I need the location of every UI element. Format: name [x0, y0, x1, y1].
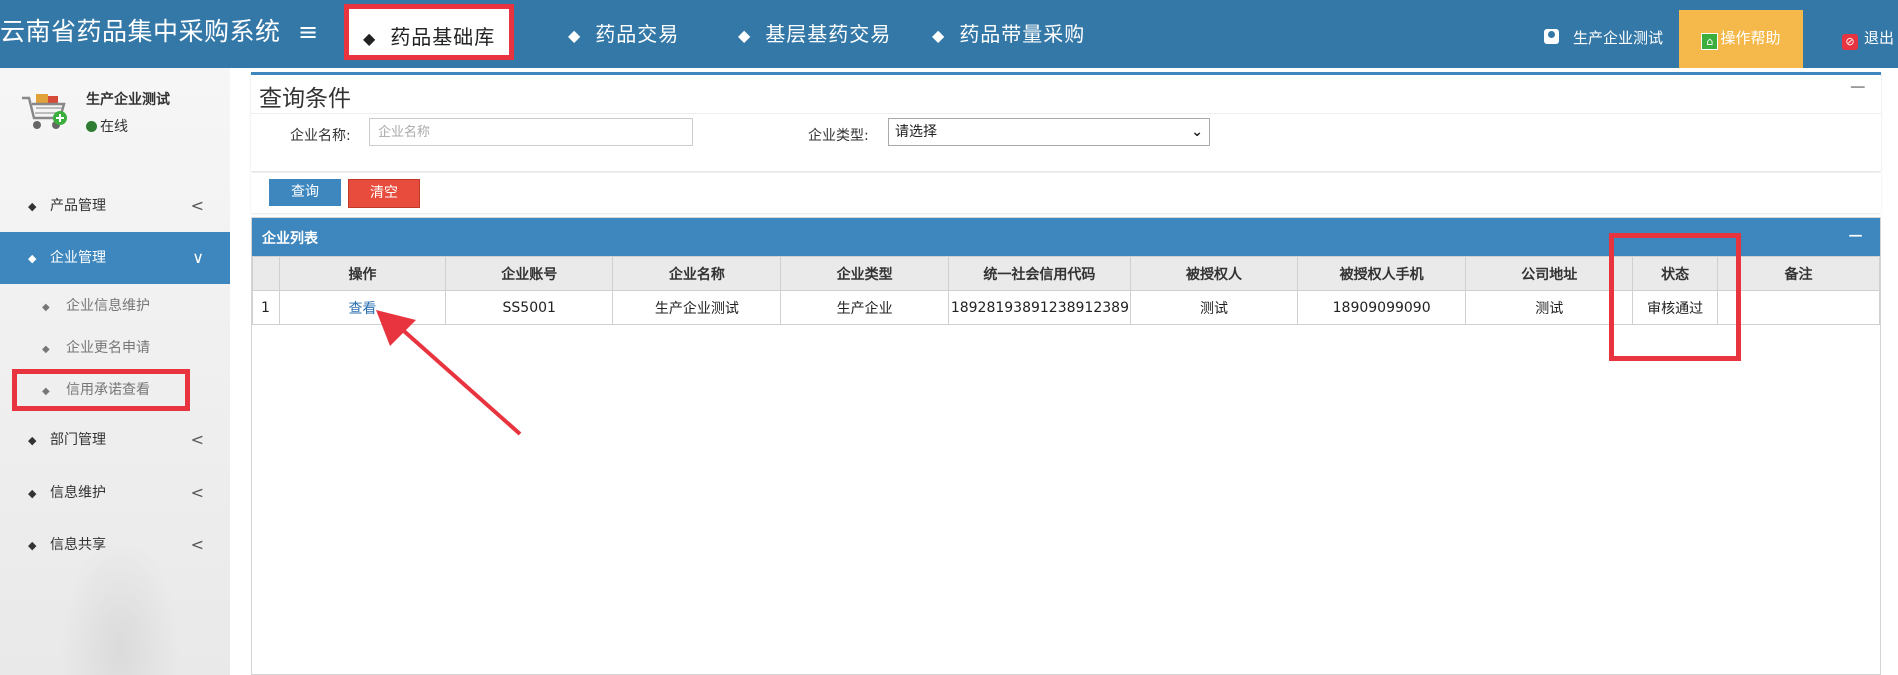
- authorized-person-cell: 测试: [1129, 290, 1299, 325]
- company-type-cell: 生产企业: [780, 290, 949, 325]
- col-header[interactable]: 企业类型: [780, 256, 949, 291]
- credit-code-cell: 18928193891238912389: [947, 290, 1131, 325]
- diamond-icon: ◆: [28, 252, 37, 265]
- sidebar-subitem-rename-request[interactable]: ◆ 企业更名申请: [0, 327, 230, 369]
- company-name-label: 企业名称:: [290, 128, 351, 144]
- sidebar-subitem-company-info[interactable]: ◆ 企业信息维护: [0, 285, 230, 327]
- nav-tab-drug-trade[interactable]: ◆ 药品交易: [568, 0, 679, 68]
- menu-toggle-icon[interactable]: ≡: [298, 16, 318, 48]
- chevron-left-icon: <: [190, 535, 204, 554]
- col-header[interactable]: 被授权人手机: [1297, 256, 1467, 291]
- company-type-label: 企业类型:: [808, 128, 869, 144]
- online-status: 在线: [86, 116, 128, 136]
- chevron-left-icon: <: [190, 483, 204, 502]
- col-header[interactable]: 企业名称: [612, 256, 782, 291]
- profile-name: 生产企业测试: [86, 92, 170, 108]
- remark-cell: [1716, 290, 1881, 325]
- col-header[interactable]: 被授权人: [1129, 256, 1299, 291]
- user-icon: [1543, 29, 1559, 44]
- sidebar-item-info-maintenance[interactable]: ◆ 信息维护 <: [0, 467, 230, 519]
- collapse-icon[interactable]: −: [1849, 75, 1867, 100]
- nav-tab-volume-purchase[interactable]: ◆ 药品带量采购: [932, 0, 1085, 68]
- divider: [251, 113, 1881, 114]
- annotation-arrow-icon: [376, 310, 522, 436]
- diamond-icon: ◆: [738, 26, 752, 45]
- diamond-icon: ◆: [42, 386, 50, 397]
- diamond-icon: ◆: [363, 29, 377, 48]
- collapse-icon[interactable]: −: [1847, 223, 1864, 247]
- address-cell: 测试: [1465, 290, 1634, 325]
- online-dot-icon: [86, 121, 97, 132]
- list-title: 企业列表: [262, 231, 318, 247]
- nav-tab-drug-base[interactable]: ◆ 药品基础库: [344, 4, 515, 60]
- col-header[interactable]: 企业账号: [444, 256, 614, 291]
- nav-tab-grassroots-trade[interactable]: ◆ 基层基药交易: [738, 0, 891, 68]
- diamond-icon: ◆: [568, 26, 582, 45]
- shopping-cart-icon: [22, 94, 67, 129]
- search-button[interactable]: 查询: [269, 179, 341, 206]
- diamond-icon: ◆: [28, 539, 37, 552]
- row-number: 1: [252, 290, 280, 325]
- chevron-down-icon: ⌄: [1191, 124, 1203, 140]
- query-panel: 查询条件 − 企业名称: 企业类型: 请选择 ⌄: [251, 72, 1881, 171]
- sidebar: 生产企业测试 在线 ◆ 产品管理 < ◆ 企业管理 ∨ ◆ 企业信息维护 ◆ 企业更名申…: [0, 68, 230, 675]
- diamond-icon: ◆: [42, 302, 50, 313]
- diamond-icon: ◆: [28, 434, 37, 447]
- sidebar-subitem-credit-commitment[interactable]: ◆ 信用承诺查看: [12, 369, 190, 411]
- sidebar-item-company-management[interactable]: ◆ 企业管理 ∨: [0, 232, 230, 284]
- col-header[interactable]: 统一社会信用代码: [947, 256, 1131, 291]
- logout-icon: ⊘: [1841, 34, 1858, 50]
- col-header-rownum: [252, 256, 280, 291]
- company-name-input[interactable]: [369, 118, 693, 146]
- status-highlight-box: [1609, 233, 1741, 361]
- authorized-phone-cell: 18909099090: [1297, 290, 1467, 325]
- logout-button[interactable]: ⊘ 退出: [1841, 10, 1894, 68]
- current-user[interactable]: 生产企业测试: [1543, 0, 1663, 68]
- action-bar: 查询 清空: [251, 173, 1881, 213]
- sidebar-item-department-management[interactable]: ◆ 部门管理 <: [0, 414, 230, 466]
- help-button[interactable]: ⌂ 操作帮助: [1679, 10, 1803, 68]
- chevron-left-icon: <: [190, 196, 204, 215]
- chevron-down-icon: ∨: [192, 248, 204, 267]
- query-panel-title: 查询条件: [259, 86, 351, 112]
- diamond-icon: ◆: [28, 200, 37, 213]
- chevron-left-icon: <: [190, 430, 204, 449]
- help-doc-icon: ⌂: [1701, 33, 1719, 50]
- app-title: 云南省药品集中采购系统: [0, 17, 281, 46]
- company-name-cell: 生产企业测试: [612, 290, 782, 325]
- sidebar-item-info-sharing[interactable]: ◆ 信息共享 <: [0, 519, 230, 571]
- sidebar-item-product-management[interactable]: ◆ 产品管理 <: [0, 180, 230, 232]
- user-profile: 生产企业测试 在线: [0, 68, 230, 168]
- top-header: 云南省药品集中采购系统 ≡ ◆ 药品基础库 ◆ 药品交易 ◆ 基层基药交易 ◆ 药品带量…: [0, 0, 1898, 68]
- col-header[interactable]: 操作: [278, 256, 447, 291]
- diamond-icon: ◆: [42, 344, 50, 355]
- diamond-icon: ◆: [28, 487, 37, 500]
- col-header[interactable]: 公司地址: [1465, 256, 1634, 291]
- clear-button[interactable]: 清空: [348, 179, 420, 208]
- diamond-icon: ◆: [932, 26, 946, 45]
- company-type-select[interactable]: 请选择 ⌄: [888, 118, 1210, 146]
- col-header[interactable]: 备注: [1716, 256, 1881, 291]
